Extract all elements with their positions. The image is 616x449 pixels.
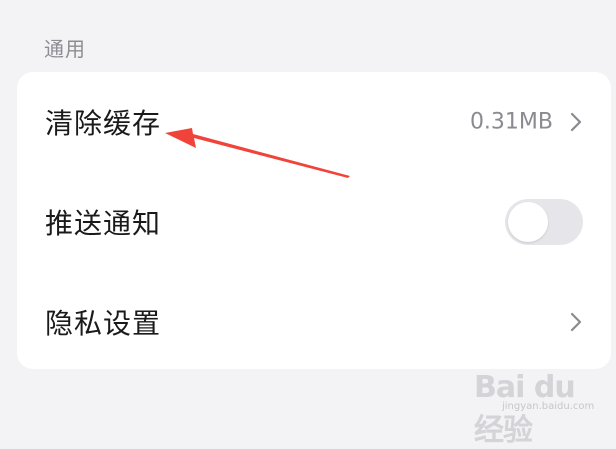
push-notification-label: 推送通知 <box>45 207 162 240</box>
cache-size-value: 0.31MB <box>469 109 553 135</box>
clear-cache-row[interactable]: 清除缓存 0.31MB <box>17 72 611 172</box>
watermark-url: jingyan.baidu.com <box>502 401 595 412</box>
clear-cache-label: 清除缓存 <box>45 107 162 140</box>
chevron-right-icon <box>570 312 582 332</box>
toggle-knob <box>508 202 548 242</box>
privacy-settings-label: 隐私设置 <box>45 307 162 340</box>
section-title: 通用 <box>44 37 86 61</box>
settings-card: 清除缓存 0.31MB 推送通知 隐私设置 <box>17 72 611 369</box>
chevron-right-icon <box>570 112 582 132</box>
push-notification-toggle[interactable] <box>505 199 583 245</box>
privacy-settings-row[interactable]: 隐私设置 <box>17 272 611 372</box>
push-notification-row: 推送通知 <box>17 172 611 272</box>
baidu-watermark: Bai du 经验 jingyan.baidu.com <box>474 370 610 448</box>
watermark-logo: Bai du 经验 <box>474 370 576 448</box>
